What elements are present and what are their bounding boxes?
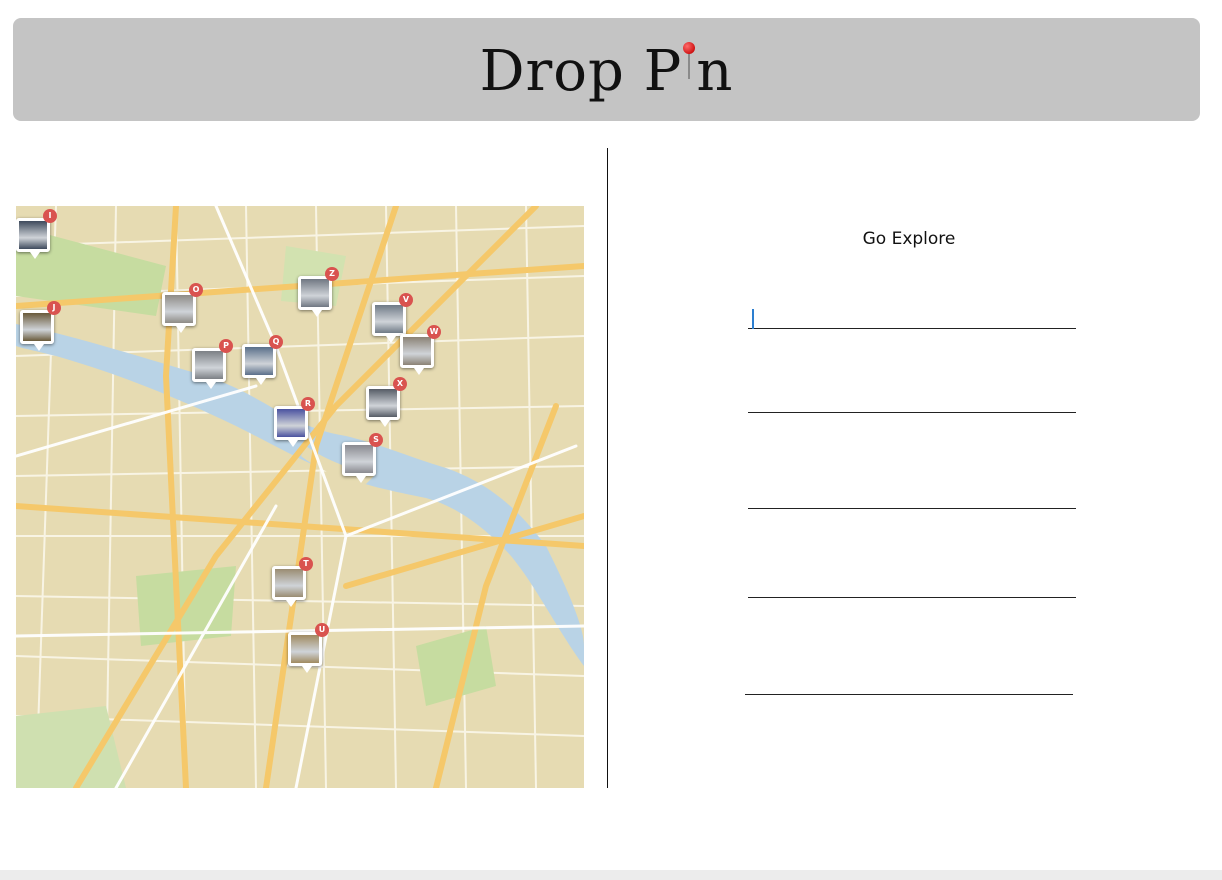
marker-badge: R [301, 397, 315, 411]
map-marker-j[interactable]: J [20, 301, 61, 351]
page-footer [0, 870, 1222, 880]
explore-field-1[interactable] [748, 306, 1076, 329]
marker-badge: U [315, 623, 329, 637]
map-marker-u[interactable]: U [288, 623, 329, 673]
panel-divider [607, 148, 608, 788]
map-marker-t[interactable]: T [272, 557, 313, 607]
marker-badge: I [43, 209, 57, 223]
marker-badge: V [399, 293, 413, 307]
marker-badge: Z [325, 267, 339, 281]
marker-badge: T [299, 557, 313, 571]
map-marker-w[interactable]: W [400, 325, 441, 375]
explore-field-4[interactable] [748, 575, 1076, 598]
explore-field-5[interactable] [745, 672, 1073, 695]
marker-badge: J [47, 301, 61, 315]
marker-badge: P [219, 339, 233, 353]
marker-badge: Q [269, 335, 283, 349]
marker-badge: O [189, 283, 203, 297]
city-map[interactable]: I J O P Q R Z V W X S T U [16, 206, 584, 788]
logo-text-start: Drop P [479, 39, 683, 104]
app-header: Drop Pn [13, 18, 1200, 121]
map-marker-i[interactable]: I [16, 209, 57, 259]
text-cursor [752, 309, 754, 329]
explore-field-3[interactable] [748, 486, 1076, 509]
marker-badge: X [393, 377, 407, 391]
map-marker-o[interactable]: O [162, 283, 203, 333]
app-logo[interactable]: Drop Pn [13, 42, 1200, 100]
map-pin-icon [682, 42, 696, 90]
marker-badge: W [427, 325, 441, 339]
map-marker-s[interactable]: S [342, 433, 383, 483]
map-marker-x[interactable]: X [366, 377, 407, 427]
map-marker-z[interactable]: Z [298, 267, 339, 317]
go-explore-title: Go Explore [862, 229, 956, 249]
logo-text-end: n [696, 39, 734, 104]
map-marker-p[interactable]: P [192, 339, 233, 389]
map-marker-r[interactable]: R [274, 397, 315, 447]
marker-badge: S [369, 433, 383, 447]
map-marker-q[interactable]: Q [242, 335, 283, 385]
explore-field-2[interactable] [748, 390, 1076, 413]
map-marker-v[interactable]: V [372, 293, 413, 343]
